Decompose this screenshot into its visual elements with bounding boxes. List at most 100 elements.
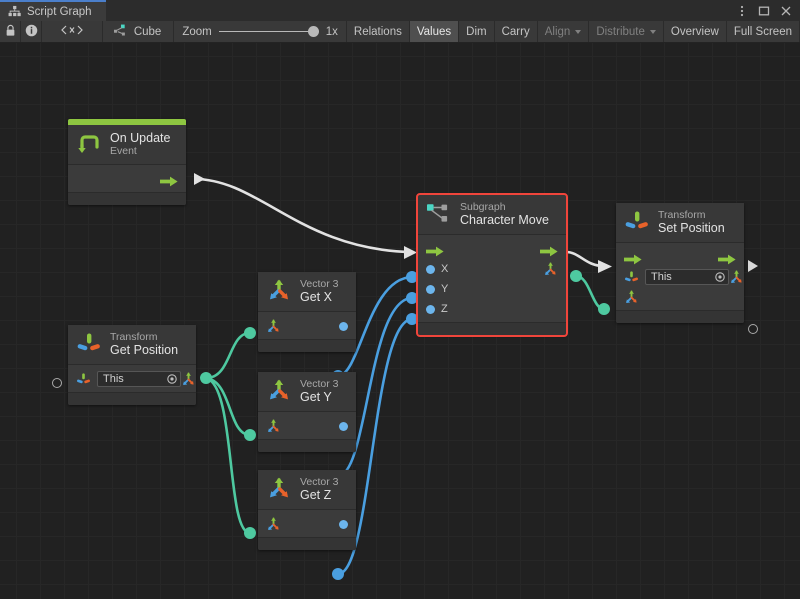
port-row-flow[interactable] — [418, 239, 566, 259]
node-body — [68, 165, 186, 192]
port-row-flow-out[interactable] — [68, 169, 186, 189]
zoom-slider[interactable] — [219, 26, 319, 38]
row-right — [339, 520, 348, 529]
wire-node-getz-in — [244, 527, 256, 539]
flow-input-arrow-icon[interactable] — [426, 244, 444, 255]
flow-output-arrow-icon[interactable] — [540, 244, 558, 255]
node-footer — [68, 392, 196, 405]
port-row-z[interactable]: Z — [418, 299, 566, 319]
row-right — [339, 322, 348, 331]
zoom-slider-knob[interactable] — [308, 26, 319, 37]
float-output-port[interactable] — [339, 422, 348, 431]
external-port-getposition-target[interactable] — [52, 378, 62, 388]
target-object-field[interactable]: This — [97, 371, 181, 387]
node-body: This — [68, 365, 196, 392]
node-set-position[interactable]: Transform Set Position — [616, 203, 744, 323]
node-footer — [258, 439, 356, 452]
port-row-value[interactable] — [258, 514, 356, 534]
graph-object-field[interactable]: Cube — [103, 21, 175, 42]
script-graph-icon — [113, 24, 128, 40]
node-title-group: Vector 3 Get Y — [300, 378, 339, 404]
distribute-label: Distribute — [596, 26, 645, 38]
transform-input-icon[interactable] — [624, 270, 639, 285]
fullscreen-button[interactable]: Full Screen — [727, 21, 800, 42]
info-button[interactable] — [21, 21, 42, 42]
port-row-value[interactable] — [258, 416, 356, 436]
row-left — [624, 290, 639, 305]
node-header: Vector 3 Get Z — [258, 470, 356, 510]
node-footer — [418, 322, 566, 335]
node-type: Subgraph — [460, 201, 549, 213]
target-object-field[interactable]: This — [645, 269, 729, 285]
row-left: X — [426, 263, 448, 275]
wire-flow-subgraph-setposition — [566, 252, 612, 273]
node-type: Vector 3 — [300, 476, 339, 488]
wire-vector-subgraph-setposition — [576, 276, 604, 309]
code-view-button[interactable] — [42, 21, 103, 42]
zoom-value: 1x — [326, 26, 338, 38]
tab-label: Script Graph — [27, 6, 92, 18]
on-update-loop-icon — [76, 131, 102, 157]
flow-input-arrow-icon[interactable] — [624, 252, 642, 263]
node-title-group: On Update Event — [110, 131, 170, 157]
node-header: Vector 3 Get X — [258, 272, 356, 312]
node-type: Transform — [658, 209, 725, 221]
values-button[interactable]: Values — [410, 21, 459, 42]
node-get-x[interactable]: Vector 3 Get X — [258, 272, 356, 352]
flow-output-arrow-icon[interactable] — [718, 252, 736, 263]
node-get-y[interactable]: Vector 3 Get Y — [258, 372, 356, 452]
object-picker-icon[interactable] — [167, 374, 177, 384]
tab-script-graph[interactable]: Script Graph — [0, 0, 106, 21]
graph-canvas[interactable]: On Update Event — [0, 43, 800, 599]
float-output-port[interactable] — [339, 322, 348, 331]
port-row-value-in[interactable] — [616, 287, 744, 307]
vector3-input-icon[interactable] — [624, 290, 639, 305]
vector3-output-icon[interactable] — [181, 372, 196, 387]
chevron-down-icon — [650, 30, 656, 34]
port-row-target[interactable]: This — [616, 267, 744, 287]
vector3-output-icon[interactable] — [543, 262, 558, 277]
lock-button[interactable] — [0, 21, 21, 42]
row-left — [266, 319, 281, 334]
node-name: Get Z — [300, 488, 339, 502]
float-input-port[interactable] — [426, 265, 435, 274]
close-icon[interactable] — [779, 4, 792, 17]
vector3-input-icon[interactable] — [266, 319, 281, 334]
node-type: Vector 3 — [300, 378, 339, 390]
node-on-update[interactable]: On Update Event — [68, 119, 186, 205]
port-row-y[interactable]: Y — [418, 279, 566, 299]
port-row-x[interactable]: X — [418, 259, 566, 279]
dim-button[interactable]: Dim — [459, 21, 494, 42]
port-row-value[interactable] — [258, 316, 356, 336]
node-subgraph-character-move[interactable]: Subgraph Character Move — [418, 195, 566, 335]
vector3-output-icon[interactable] — [729, 270, 744, 285]
carry-button[interactable]: Carry — [495, 21, 538, 42]
vector3-input-icon[interactable] — [266, 419, 281, 434]
float-input-port[interactable] — [426, 285, 435, 294]
port-row-flow[interactable] — [616, 247, 744, 267]
node-get-z[interactable]: Vector 3 Get Z — [258, 470, 356, 550]
node-footer — [258, 537, 356, 550]
flow-output-arrow-icon[interactable] — [160, 174, 178, 185]
node-type: Event — [110, 145, 170, 157]
wire-flow-onupdate-subgraph — [194, 173, 417, 259]
align-dropdown[interactable]: Align — [538, 21, 590, 42]
distribute-dropdown[interactable]: Distribute — [589, 21, 664, 42]
node-get-position[interactable]: Transform Get Position — [68, 325, 196, 405]
float-output-port[interactable] — [339, 520, 348, 529]
object-picker-icon[interactable] — [715, 272, 725, 282]
wire-node-getposition-out — [200, 372, 212, 384]
overview-button[interactable]: Overview — [664, 21, 727, 42]
external-port-setposition-value-out[interactable] — [748, 324, 758, 334]
row-left — [266, 419, 281, 434]
vector3-input-icon[interactable] — [266, 517, 281, 532]
float-input-port[interactable] — [426, 305, 435, 314]
graph-object-label: Cube — [134, 26, 162, 38]
port-row-target[interactable]: This — [68, 369, 196, 389]
node-body — [258, 510, 356, 537]
kebab-menu-icon[interactable] — [735, 4, 748, 17]
external-port-setposition-flow-out[interactable] — [748, 260, 758, 272]
relations-button[interactable]: Relations — [347, 21, 410, 42]
maximize-icon[interactable] — [757, 4, 770, 17]
align-label: Align — [545, 26, 571, 38]
